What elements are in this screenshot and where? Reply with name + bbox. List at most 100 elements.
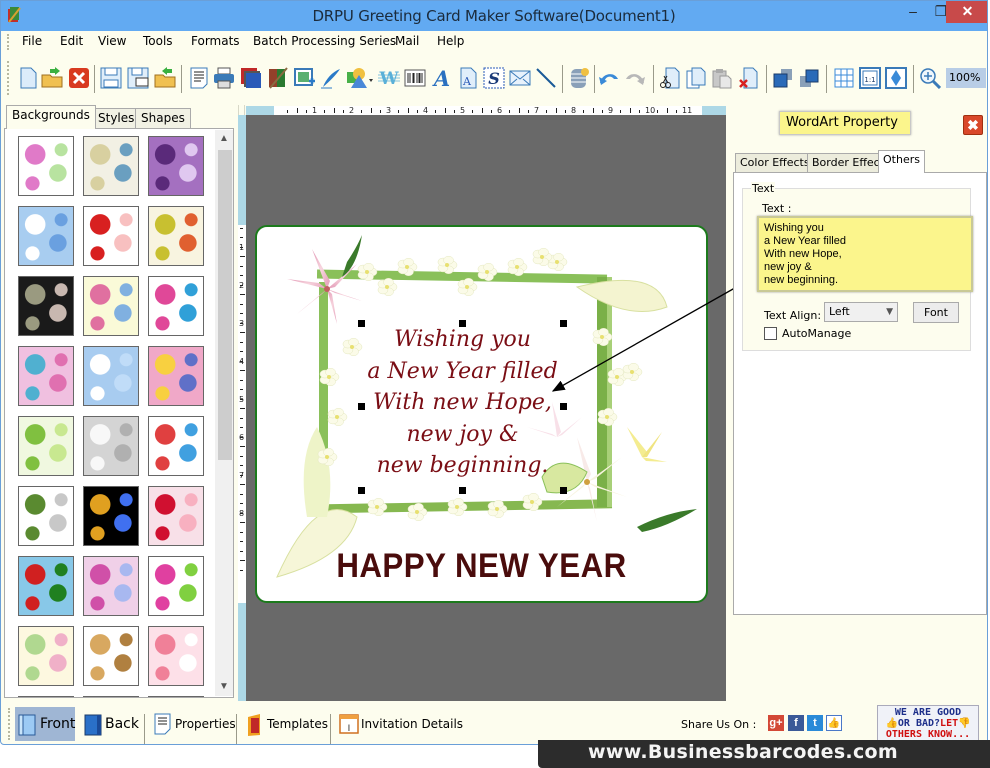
zoom-level[interactable]: 100% [946, 68, 986, 88]
close-panel-button[interactable]: ✖ [963, 115, 983, 135]
background-thumbnail-red-hearts[interactable] [148, 486, 204, 546]
palette-scrollbar[interactable]: ▲ ▼ [215, 130, 233, 696]
grid-icon[interactable] [833, 67, 855, 89]
bottom-grip[interactable] [8, 708, 10, 740]
close-document-icon[interactable] [68, 67, 90, 89]
background-thumbnail-kids-doodle[interactable] [148, 416, 204, 476]
background-thumbnail-pattern-26[interactable] [83, 696, 139, 697]
background-icon[interactable] [240, 67, 262, 89]
redo-icon[interactable] [624, 67, 646, 89]
background-thumbnail-green-hearts[interactable] [18, 486, 74, 546]
like-icon[interactable]: 👍 [826, 715, 842, 731]
menu-formats[interactable]: Formats [191, 34, 240, 48]
properties-button[interactable]: Properties [151, 707, 236, 741]
wordart-icon[interactable]: A [431, 67, 453, 89]
shapes-icon[interactable] [346, 67, 374, 89]
menu-tools[interactable]: Tools [143, 34, 173, 48]
back-button[interactable]: Back [81, 707, 141, 741]
copy-icon[interactable] [685, 67, 707, 89]
text-icon[interactable]: A [457, 67, 479, 89]
barcode-icon[interactable] [404, 67, 426, 89]
tab-color-effects[interactable]: Color Effects [735, 153, 815, 172]
resize-handle-se[interactable] [560, 487, 567, 494]
database-icon[interactable] [568, 67, 590, 89]
insert-image-icon[interactable] [267, 67, 289, 89]
wordart-text[interactable]: Wishing you a New Year filled With new H… [357, 324, 568, 482]
new-document-icon[interactable] [17, 67, 39, 89]
signature-pen-icon[interactable] [320, 67, 342, 89]
line-icon[interactable] [535, 67, 557, 89]
scroll-up-icon[interactable]: ▲ [215, 130, 233, 148]
menu-mail[interactable]: Mail [395, 34, 419, 48]
email-icon[interactable] [509, 67, 531, 89]
background-thumbnail-dark-leaves[interactable] [18, 276, 74, 336]
greeting-card[interactable]: Wishing you a New Year filled With new H… [255, 225, 708, 603]
cut-icon[interactable] [659, 67, 681, 89]
background-thumbnail-clouds-sky[interactable] [18, 206, 74, 266]
page-properties-icon[interactable] [188, 67, 210, 89]
background-thumbnail-purple-flowers[interactable] [148, 136, 204, 196]
background-thumbnail-hearts-rows[interactable] [83, 276, 139, 336]
tab-shapes[interactable]: Shapes [135, 108, 191, 128]
menu-file[interactable]: File [22, 34, 42, 48]
picture-add-icon[interactable] [294, 67, 316, 89]
resize-handle-nw[interactable] [358, 320, 365, 327]
resize-handle-w[interactable] [358, 403, 365, 410]
signature-text-icon[interactable]: S [483, 67, 505, 89]
text-align-select[interactable]: Left ▼ [824, 302, 898, 322]
website-url[interactable]: www.Businessbarcodes.com [538, 741, 990, 763]
resize-handle-ne[interactable] [560, 320, 567, 327]
background-thumbnail-baby-pink-items[interactable] [18, 136, 74, 196]
google-plus-icon[interactable]: g+ [768, 715, 784, 731]
automanage-checkbox[interactable] [764, 327, 777, 340]
background-thumbnail-santa-pattern[interactable] [18, 556, 74, 616]
background-thumbnail-pink-dress[interactable] [148, 626, 204, 686]
feedback-banner[interactable]: WE ARE GOOD 👍OR BAD?LET👎 OTHERS KNOW... [877, 705, 979, 742]
watermark-icon[interactable]: W [378, 67, 400, 89]
background-thumbnail-pattern-25[interactable] [18, 696, 74, 697]
toolbar-grip[interactable] [7, 61, 10, 95]
background-thumbnail-pink-pinwheels[interactable] [148, 556, 204, 616]
scroll-thumb[interactable] [218, 150, 232, 460]
undo-icon[interactable] [598, 67, 620, 89]
twitter-icon[interactable]: t [807, 715, 823, 731]
tab-backgrounds[interactable]: Backgrounds [6, 105, 96, 129]
background-thumbnail-pattern-27[interactable] [148, 696, 204, 697]
save-icon[interactable] [100, 67, 122, 89]
background-thumbnail-baby-items-cream[interactable] [83, 136, 139, 196]
save-as-icon[interactable] [127, 67, 149, 89]
background-thumbnail-mandala-circles[interactable] [148, 346, 204, 406]
background-thumbnail-flower-circles[interactable] [18, 346, 74, 406]
background-thumbnail-autumn-leaves[interactable] [148, 206, 204, 266]
background-thumbnail-pink-bokeh[interactable] [83, 556, 139, 616]
background-thumbnail-fireworks[interactable] [83, 486, 139, 546]
background-thumbnail-gift-boxes[interactable] [148, 276, 204, 336]
facebook-icon[interactable]: f [788, 715, 804, 731]
resize-handle-n[interactable] [459, 320, 466, 327]
wordart-text-input[interactable]: Wishing you a New Year filled With new H… [757, 216, 973, 292]
close-window-button[interactable]: ✕ [946, 1, 987, 23]
background-thumbnail-snowflakes[interactable] [83, 346, 139, 406]
print-icon[interactable] [213, 67, 235, 89]
zoom-in-icon[interactable] [919, 67, 941, 89]
export-icon[interactable] [154, 67, 176, 89]
background-thumbnail-christmas-trees[interactable] [18, 416, 74, 476]
delete-icon[interactable] [738, 67, 760, 89]
background-thumbnail-strawberries[interactable] [83, 206, 139, 266]
bring-to-front-icon[interactable] [772, 67, 794, 89]
actual-size-icon[interactable]: 1:1 [859, 67, 881, 89]
menu-view[interactable]: View [98, 34, 126, 48]
invitation-details-button[interactable]: I Invitation Details [337, 707, 463, 741]
menu-help[interactable]: Help [437, 34, 464, 48]
paste-icon[interactable] [711, 67, 733, 89]
background-thumbnail-pastel-stripes[interactable] [18, 626, 74, 686]
resize-handle-s[interactable] [459, 487, 466, 494]
headline-text[interactable]: HAPPY NEW YEAR [275, 547, 688, 586]
scroll-down-icon[interactable]: ▼ [215, 678, 233, 696]
background-thumbnail-white-heart[interactable] [83, 416, 139, 476]
front-button[interactable]: Front [15, 707, 75, 741]
resize-handle-e[interactable] [560, 403, 567, 410]
font-button[interactable]: Font [913, 302, 959, 323]
menu-grip[interactable] [7, 34, 10, 50]
menu-batch-processing[interactable]: Batch Processing Series [253, 34, 396, 48]
